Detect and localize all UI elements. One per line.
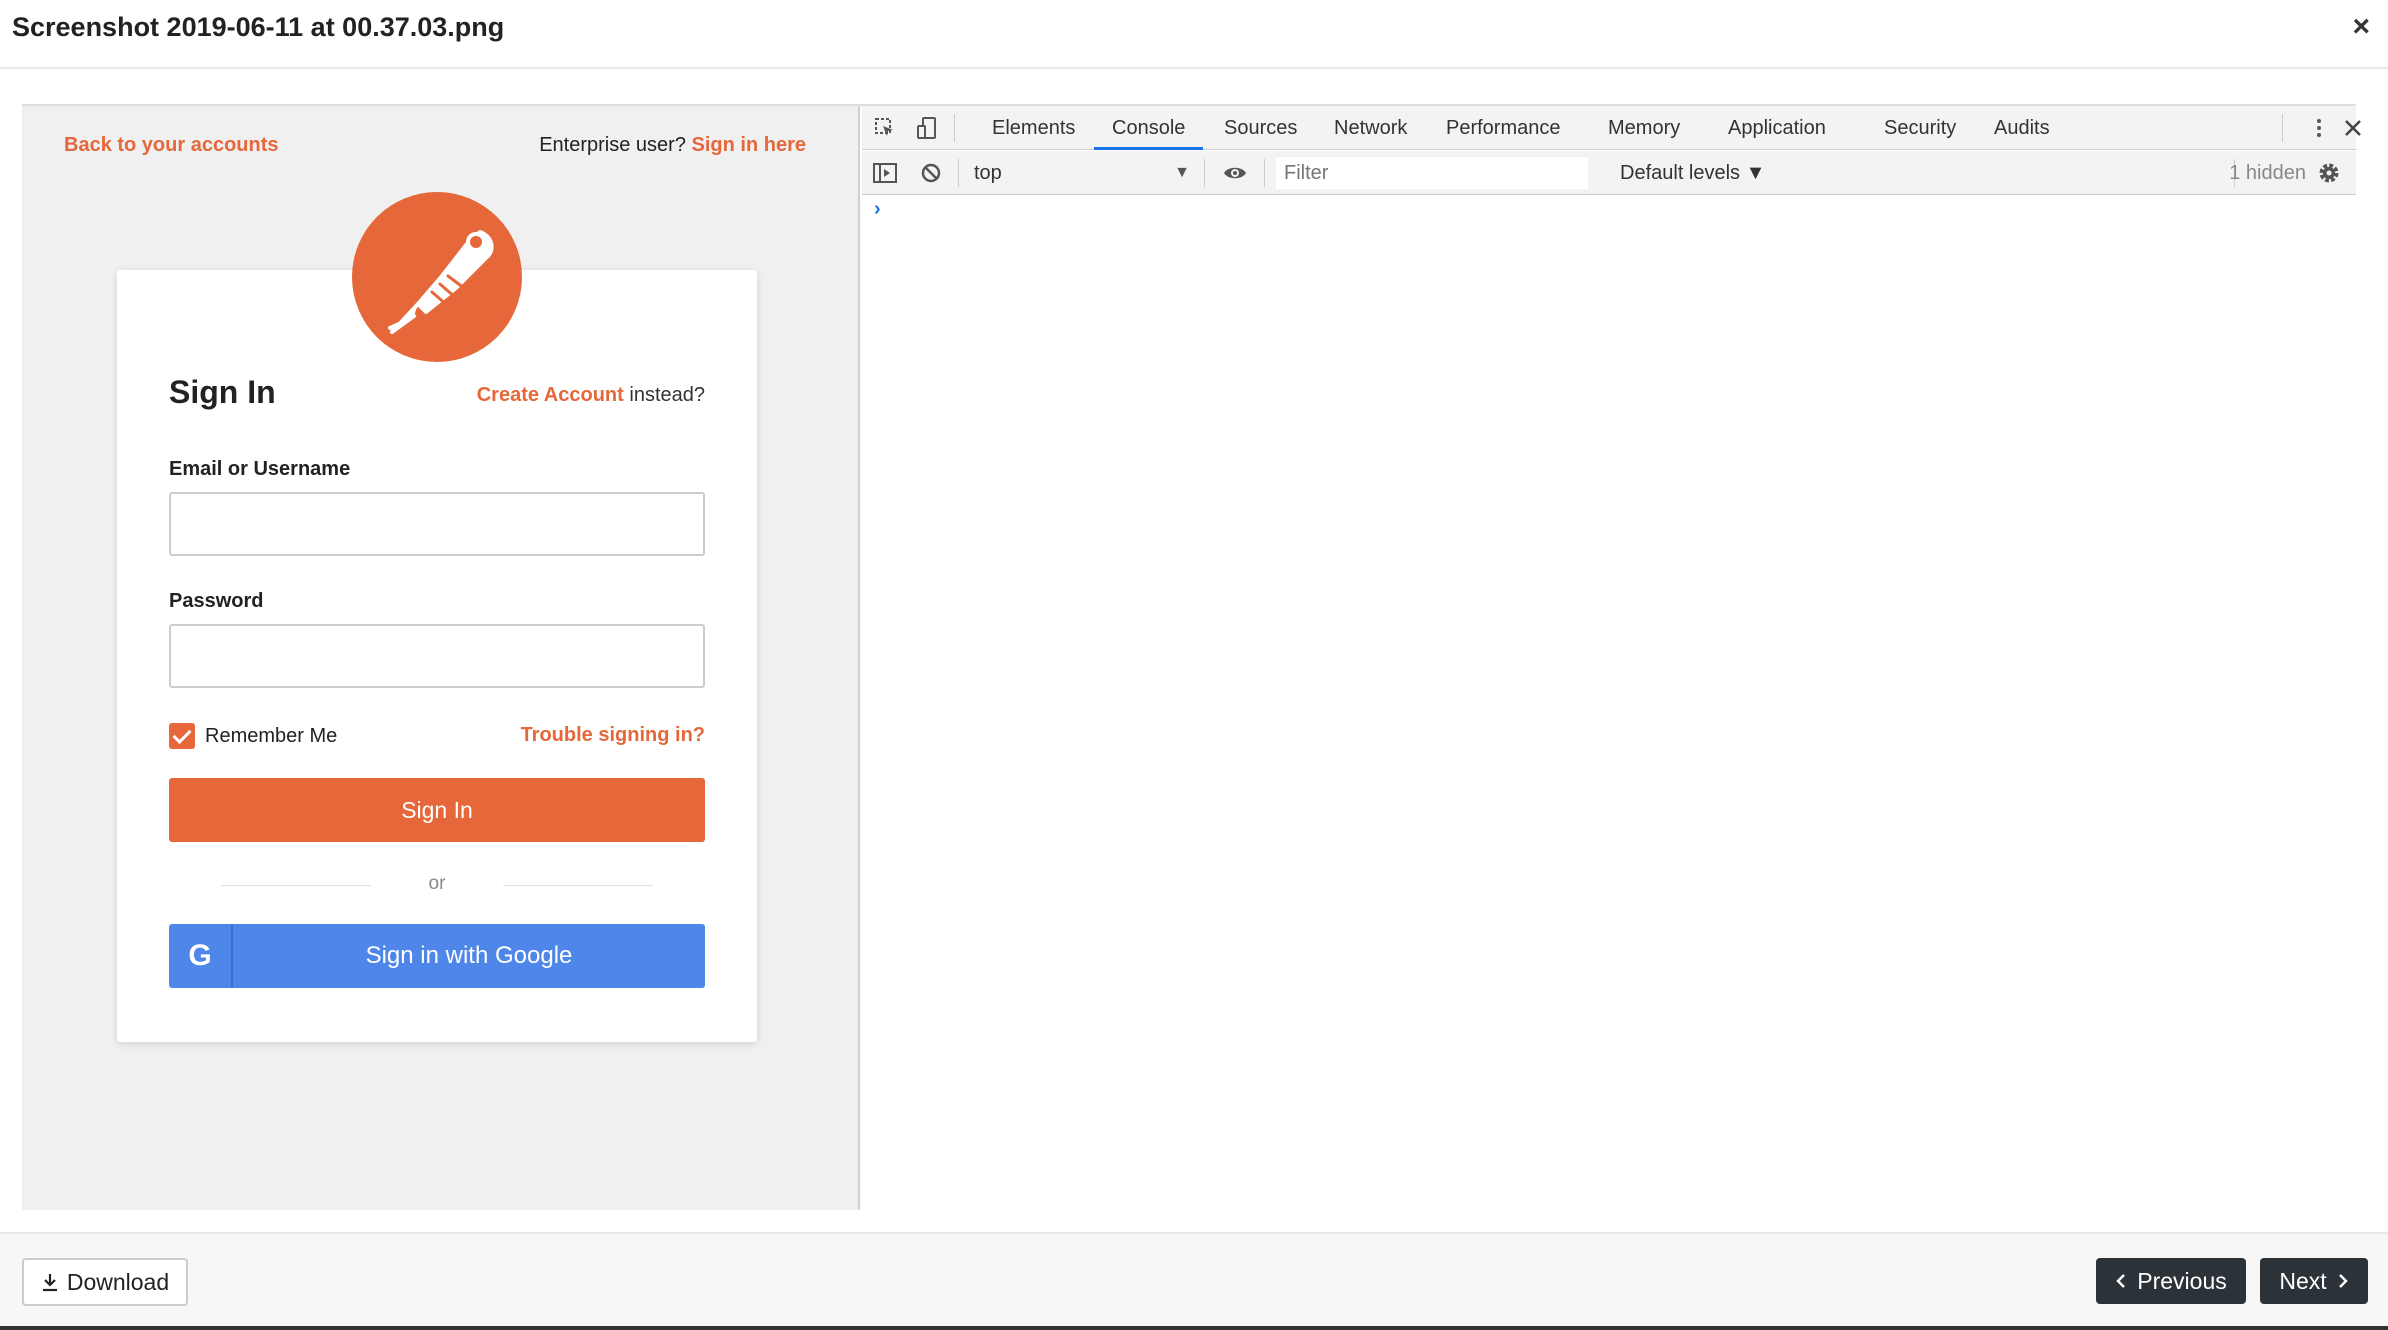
close-devtools-icon[interactable] xyxy=(2340,116,2366,140)
enterprise-signin-link[interactable]: Sign in here xyxy=(692,134,806,156)
tab-performance[interactable]: Performance xyxy=(1428,106,1579,150)
toolbar-separator xyxy=(958,159,959,187)
back-to-accounts-link[interactable]: Back to your accounts xyxy=(64,134,279,157)
console-toolbar: top ▼ Default levels ▼ 1 hidden xyxy=(862,151,2356,195)
signin-title: Sign In xyxy=(169,374,276,410)
clear-console-icon[interactable] xyxy=(918,161,944,185)
signin-card: Sign In Create Account instead? Email or… xyxy=(117,192,757,1042)
login-page: Back to your accounts Enterprise user? S… xyxy=(22,106,860,1210)
device-toolbar-icon[interactable] xyxy=(914,116,940,140)
or-text: or xyxy=(428,873,446,894)
next-label: Next xyxy=(2279,1267,2327,1294)
live-expression-eye-icon[interactable] xyxy=(1222,161,1248,185)
inspect-element-icon[interactable] xyxy=(872,116,898,140)
gear-icon[interactable] xyxy=(2316,161,2342,185)
trouble-signing-in-link[interactable]: Trouble signing in? xyxy=(521,724,705,747)
chevron-left-icon xyxy=(2116,1274,2126,1288)
chevron-down-icon: ▼ xyxy=(1174,164,1190,181)
create-account-suffix: instead? xyxy=(629,384,705,406)
remember-me-label: Remember Me xyxy=(205,724,338,747)
download-icon xyxy=(42,1274,57,1292)
divider-line-right xyxy=(503,885,653,886)
tab-console[interactable]: Console xyxy=(1094,106,1204,150)
console-prompt[interactable]: › xyxy=(874,198,881,221)
tab-elements[interactable]: Elements xyxy=(974,106,1093,150)
google-icon: G xyxy=(169,924,233,988)
toolbar-separator xyxy=(1264,159,1265,187)
close-icon[interactable]: × xyxy=(2352,10,2370,44)
console-filter-input[interactable] xyxy=(1276,157,1588,189)
enterprise-row: Enterprise user? Sign in here xyxy=(539,134,806,157)
next-button[interactable]: Next xyxy=(2260,1258,2368,1304)
tab-sources[interactable]: Sources xyxy=(1206,106,1315,150)
screenshot-preview: Back to your accounts Enterprise user? S… xyxy=(22,104,2361,1210)
bottom-edge xyxy=(0,1326,2388,1330)
devtools-tab-bar: Elements Console Sources Network Perform… xyxy=(862,106,2361,150)
context-select[interactable]: top ▼ xyxy=(974,159,1190,187)
default-levels-dropdown[interactable]: Default levels ▼ xyxy=(1620,151,1765,195)
create-account-row: Create Account instead? xyxy=(477,384,705,407)
toolbar-separator xyxy=(1204,159,1205,187)
tab-audits[interactable]: Audits xyxy=(1976,106,2068,150)
create-account-link[interactable]: Create Account xyxy=(477,384,624,406)
email-field[interactable] xyxy=(169,492,705,556)
download-label: Download xyxy=(66,1268,170,1295)
remember-me-checkbox[interactable] xyxy=(169,723,195,749)
tab-memory[interactable]: Memory xyxy=(1590,106,1698,150)
tab-security[interactable]: Security xyxy=(1866,106,1974,150)
devtools-panel: Elements Console Sources Network Perform… xyxy=(862,106,2361,1210)
toolbar-separator xyxy=(2282,114,2283,142)
signin-button[interactable]: Sign In xyxy=(169,778,705,842)
previous-label: Previous xyxy=(2137,1267,2227,1294)
modal-title: Screenshot 2019-06-11 at 00.37.03.png xyxy=(12,12,505,42)
or-divider: or xyxy=(169,870,705,900)
google-signin-label: Sign in with Google xyxy=(365,942,573,969)
enterprise-text: Enterprise user? xyxy=(539,134,686,156)
download-button[interactable]: Download xyxy=(22,1258,188,1306)
password-label: Password xyxy=(169,590,264,612)
remember-me-row[interactable]: Remember Me xyxy=(169,722,337,750)
hidden-messages-count: 1 hidden xyxy=(2229,162,2306,184)
chevron-right-icon xyxy=(2338,1274,2348,1288)
email-label: Email or Username xyxy=(169,458,351,480)
context-value: top xyxy=(974,162,1002,184)
postman-logo-icon xyxy=(352,192,522,362)
tab-application[interactable]: Application xyxy=(1710,106,1844,150)
toolbar-separator xyxy=(954,114,955,142)
sidebar-toggle-icon[interactable] xyxy=(872,161,898,185)
modal-footer: Download Previous Next xyxy=(0,1232,2388,1330)
tab-network[interactable]: Network xyxy=(1316,106,1425,150)
more-options-icon[interactable] xyxy=(2306,116,2332,140)
google-signin-button[interactable]: G Sign in with Google xyxy=(169,924,705,988)
previous-button[interactable]: Previous xyxy=(2096,1258,2246,1304)
password-field[interactable] xyxy=(169,624,705,688)
modal-header: Screenshot 2019-06-11 at 00.37.03.png × xyxy=(0,0,2388,69)
